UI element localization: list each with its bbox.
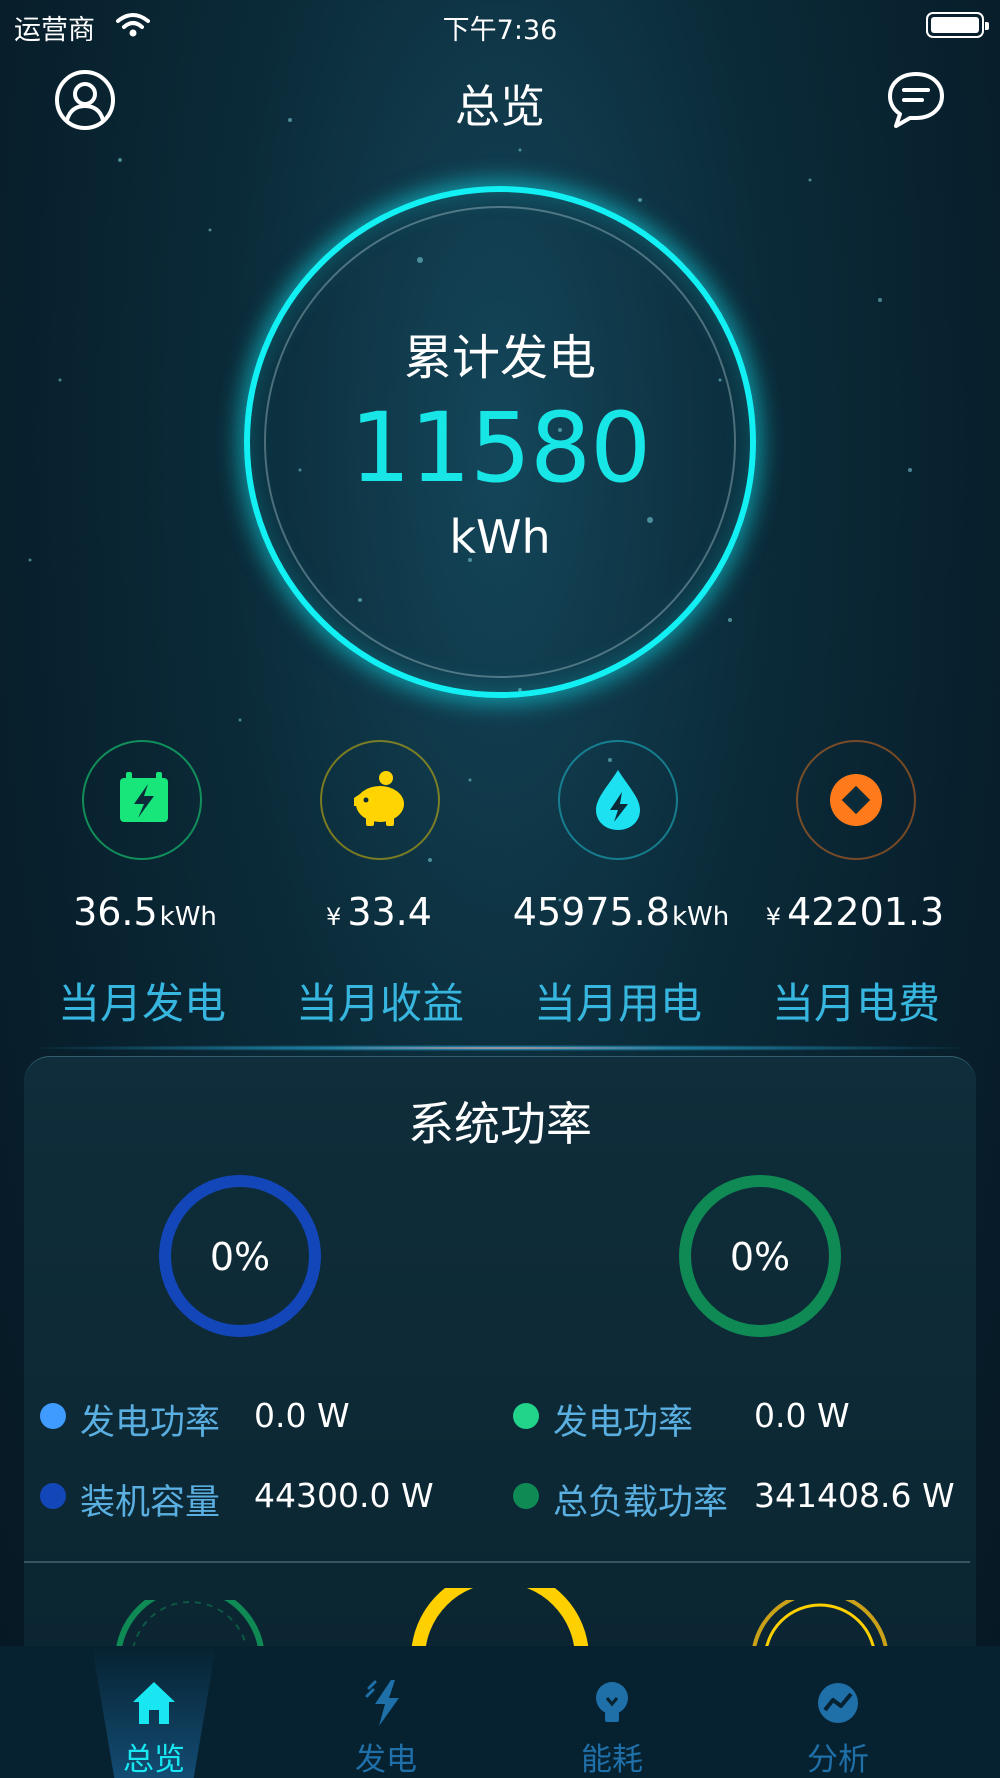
legend-label: 装机容量 (80, 1483, 221, 1523)
stat-label: 当月收益 (295, 979, 464, 1028)
stat-icon-ring (558, 740, 678, 860)
legend-dot (40, 1403, 66, 1429)
legend-label: 发电功率 (80, 1403, 221, 1443)
lightning-icon (365, 1680, 399, 1726)
energy-drop-icon (596, 770, 640, 830)
tab-label: 分析 (807, 1742, 869, 1778)
legend-label: 发电功率 (553, 1403, 694, 1443)
tab-generation[interactable]: 发电 (286, 1646, 486, 1778)
legend-value: 44300.0 W (254, 1476, 434, 1515)
page-title: 总览 (454, 80, 545, 133)
legend-dot (513, 1483, 539, 1509)
glow-divider (40, 1045, 960, 1051)
legend-value: 341408.6 W (754, 1476, 955, 1515)
coin-icon (830, 774, 882, 826)
battery-calendar-icon (120, 772, 168, 822)
battery-icon (926, 12, 989, 38)
legend-label: 总负载功率 (553, 1483, 729, 1523)
generation-gauge-percent: 0% (209, 1235, 271, 1279)
status-time: 下午7:36 (442, 15, 558, 46)
stat-label: 当月用电 (533, 979, 702, 1028)
piggy-bank-icon (354, 771, 404, 826)
tab-label: 发电 (355, 1742, 417, 1778)
tab-consumption[interactable]: 能耗 (512, 1646, 712, 1778)
total-generation-value: 11580 (349, 392, 651, 504)
stat-value: 45975.8kWh (512, 890, 730, 934)
panel-divider (24, 1561, 970, 1563)
stat-label: 当月发电 (57, 979, 226, 1028)
home-icon (133, 1682, 175, 1724)
legend-dot (513, 1403, 539, 1429)
load-gauge-percent: 0% (729, 1235, 791, 1279)
total-generation-unit: kWh (449, 510, 551, 564)
stat-value: ¥33.4 (326, 890, 432, 934)
analysis-icon (818, 1683, 858, 1723)
stat-icon-ring (796, 740, 916, 860)
legend-value: 0.0 W (254, 1396, 350, 1435)
tab-analysis[interactable]: 分析 (738, 1646, 938, 1778)
tab-label: 总览 (123, 1742, 185, 1778)
legend-dot (40, 1483, 66, 1509)
tab-overview[interactable]: 总览 (54, 1646, 254, 1778)
legend-value: 0.0 W (754, 1396, 850, 1435)
stat-icon-ring (320, 740, 440, 860)
stat-value: ¥42201.3 (765, 890, 945, 934)
stat-value: 36.5kWh (73, 890, 217, 934)
stat-icon-ring (82, 740, 202, 860)
stat-label: 当月电费 (771, 979, 940, 1028)
bulb-icon (596, 1682, 628, 1722)
message-icon[interactable] (884, 68, 948, 132)
tab-label: 能耗 (581, 1742, 643, 1778)
total-generation-label: 累计发电 (403, 330, 596, 386)
system-power-title: 系统功率 (408, 1097, 592, 1151)
